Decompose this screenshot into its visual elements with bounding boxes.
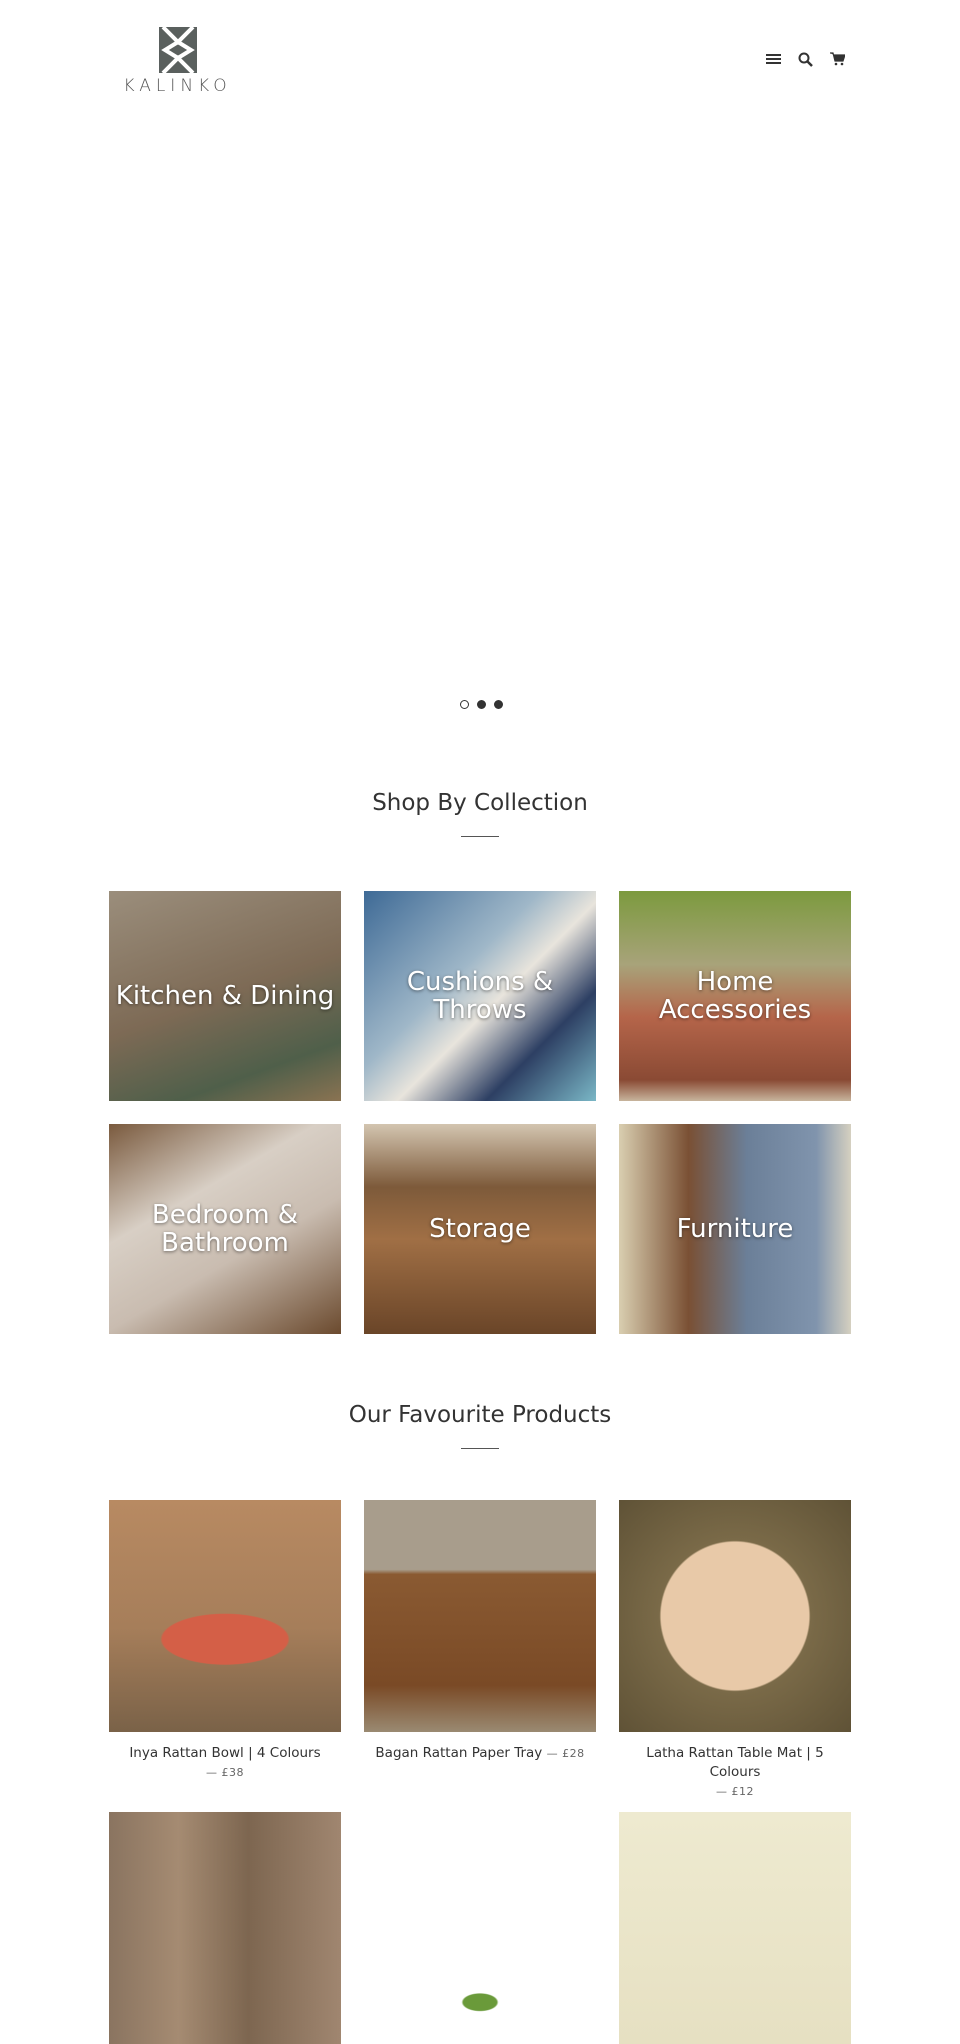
collection-label: Furniture bbox=[676, 1214, 794, 1244]
section-divider bbox=[461, 1448, 499, 1449]
collection-storage[interactable]: Storage bbox=[364, 1124, 596, 1334]
product-card[interactable]: Latha Rattan Table Mat | 5 Colours — £12 bbox=[619, 1500, 851, 1801]
collection-bedroom-bathroom[interactable]: Bedroom & Bathroom bbox=[109, 1124, 341, 1334]
price-dash: — bbox=[206, 1766, 218, 1779]
product-card[interactable] bbox=[109, 1812, 341, 2044]
logo-mark-icon bbox=[158, 27, 197, 73]
product-card[interactable] bbox=[364, 1812, 596, 2044]
product-card[interactable]: Inya Rattan Bowl | 4 Colours — £38 bbox=[109, 1500, 341, 1782]
product-name[interactable]: Bagan Rattan Paper Tray bbox=[375, 1745, 542, 1761]
product-price: £12 bbox=[731, 1785, 754, 1798]
product-price: £38 bbox=[221, 1766, 244, 1779]
price-dash: — bbox=[546, 1747, 559, 1760]
product-image[interactable] bbox=[364, 1812, 596, 2044]
collection-label: Storage bbox=[429, 1214, 531, 1244]
collection-label: Cushions & Throws bbox=[406, 967, 554, 1025]
collection-label: Kitchen & Dining bbox=[115, 981, 335, 1011]
product-image[interactable] bbox=[619, 1812, 851, 2044]
brand-name: KALINKO bbox=[123, 76, 232, 96]
collection-label: Home Accessories bbox=[658, 967, 812, 1025]
collection-label: Bedroom & Bathroom bbox=[151, 1200, 299, 1258]
collection-home-accessories[interactable]: Home Accessories bbox=[619, 891, 851, 1101]
search-icon[interactable] bbox=[796, 50, 814, 68]
collection-furniture[interactable]: Furniture bbox=[619, 1124, 851, 1334]
slide-dot-1[interactable] bbox=[460, 700, 469, 709]
product-image[interactable] bbox=[109, 1812, 341, 2044]
hero-slideshow[interactable] bbox=[0, 120, 960, 680]
menu-icon[interactable] bbox=[764, 50, 782, 68]
product-name[interactable]: Inya Rattan Bowl | 4 Colours bbox=[129, 1745, 320, 1761]
product-image[interactable] bbox=[364, 1500, 596, 1732]
section-divider bbox=[461, 836, 499, 837]
logo[interactable]: KALINKO bbox=[120, 27, 235, 96]
price-dash: — bbox=[716, 1785, 728, 1798]
products-title: Our Favourite Products bbox=[348, 1402, 612, 1428]
product-image[interactable] bbox=[619, 1500, 851, 1732]
slide-dot-3[interactable] bbox=[494, 700, 503, 709]
slide-dot-2[interactable] bbox=[477, 700, 486, 709]
collection-cushions-throws[interactable]: Cushions & Throws bbox=[364, 891, 596, 1101]
slider-dots bbox=[460, 700, 503, 709]
cart-icon[interactable] bbox=[828, 50, 846, 68]
product-image[interactable] bbox=[109, 1500, 341, 1732]
product-card[interactable]: Bagan Rattan Paper Tray — £28 bbox=[364, 1500, 596, 1763]
product-card[interactable] bbox=[619, 1812, 851, 2044]
collection-kitchen-dining[interactable]: Kitchen & Dining bbox=[109, 891, 341, 1101]
product-price: £28 bbox=[562, 1747, 585, 1760]
product-name[interactable]: Latha Rattan Table Mat | 5 Colours bbox=[646, 1745, 823, 1780]
collections-title: Shop By Collection bbox=[372, 790, 588, 816]
